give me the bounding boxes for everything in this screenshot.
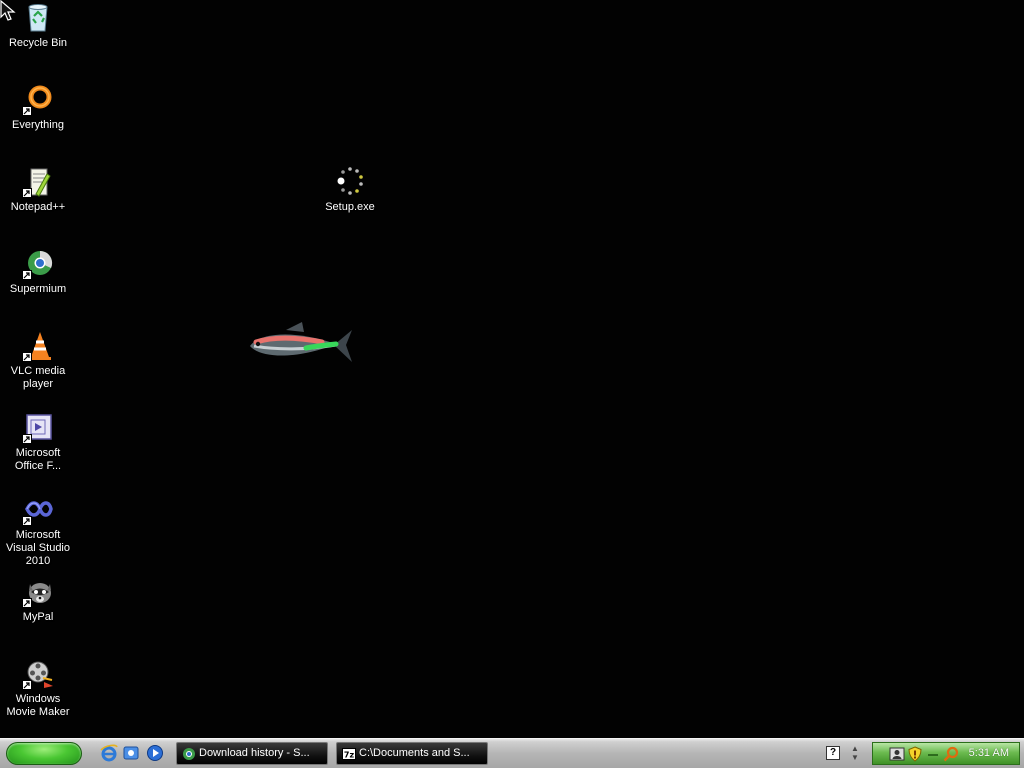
clock[interactable]: 5:31 AM [969, 743, 1009, 764]
7zip-icon: 7z [342, 747, 356, 761]
everything-label: Everything [12, 119, 64, 131]
shortcut-arrow-icon [22, 352, 32, 362]
movie-maker-label: Windows Movie Maker [6, 693, 70, 718]
desktop-icon-visual-studio[interactable]: Microsoft Visual Studio 2010 [0, 494, 76, 568]
desktop-icon-setup[interactable]: Setup.exe [312, 166, 388, 214]
visual-studio-icon [22, 494, 54, 526]
desktop-icon-vlc[interactable]: VLC media player [0, 330, 76, 391]
visual-studio-label: Microsoft Visual Studio 2010 [5, 529, 70, 567]
shortcut-arrow-icon [22, 516, 32, 526]
office-icon [22, 412, 54, 444]
network-user-icon[interactable] [889, 746, 905, 762]
desktop-icon-everything[interactable]: Everything [0, 84, 76, 132]
chevron-up-down-icon[interactable]: ▲ ▼ [850, 744, 860, 764]
internet-explorer-icon[interactable] [100, 744, 118, 762]
mypal-icon [22, 576, 54, 608]
setup-label: Setup.exe [325, 201, 375, 213]
supermium-icon [22, 248, 54, 280]
search-icon[interactable] [943, 746, 959, 762]
mypal-label: MyPal [22, 611, 54, 623]
desktop-icon-mypal[interactable]: MyPal [0, 576, 76, 624]
svg-text:7z: 7z [344, 751, 355, 760]
tray-dash-icon[interactable] [925, 746, 941, 762]
desktop-icon-supermium[interactable]: Supermium [0, 248, 76, 296]
setup-loading-icon [334, 166, 366, 198]
taskbar-button-documents-folder[interactable]: 7z C:\Documents and S... [336, 742, 488, 765]
system-tray: 5:31 AM [872, 742, 1020, 765]
desktop[interactable]: Recycle Bin Everything Notepad++ Supermi… [0, 0, 1024, 738]
supermium-label: Supermium [9, 283, 67, 295]
taskbar-button-label: C:\Documents and S... [359, 747, 470, 759]
movie-maker-icon [22, 658, 54, 690]
desktop-icon-notepadpp[interactable]: Notepad++ [0, 166, 76, 214]
fish-icon[interactable] [246, 320, 354, 370]
recycle-bin-icon [22, 2, 54, 34]
notepadpp-label: Notepad++ [10, 201, 66, 213]
vlc-label: VLC media player [10, 365, 66, 390]
desktop-icon-office[interactable]: Microsoft Office F... [0, 412, 76, 473]
shortcut-arrow-icon [22, 106, 32, 116]
browser-icon [182, 747, 196, 761]
notepadpp-icon [22, 166, 54, 198]
start-button[interactable] [6, 742, 82, 765]
shortcut-arrow-icon [22, 680, 32, 690]
shortcut-arrow-icon [22, 598, 32, 608]
shortcut-arrow-icon [22, 188, 32, 198]
shortcut-arrow-icon [22, 270, 32, 280]
security-shield-icon[interactable] [907, 746, 923, 762]
everything-icon [22, 84, 54, 116]
taskbar: Download history - S... 7z C:\Documents … [0, 738, 1024, 768]
shortcut-arrow-icon [22, 434, 32, 444]
show-desktop-icon[interactable] [122, 744, 140, 762]
media-player-icon[interactable] [146, 744, 164, 762]
taskbar-button-download-history[interactable]: Download history - S... [176, 742, 328, 765]
desktop-icon-movie-maker[interactable]: Windows Movie Maker [0, 658, 76, 719]
office-label: Microsoft Office F... [14, 447, 62, 472]
taskbar-button-label: Download history - S... [199, 747, 310, 759]
recycle-bin-label: Recycle Bin [8, 37, 68, 49]
vlc-icon [22, 330, 54, 362]
help-icon[interactable]: ? [826, 746, 840, 760]
desktop-icon-recycle-bin[interactable]: Recycle Bin [0, 2, 76, 50]
